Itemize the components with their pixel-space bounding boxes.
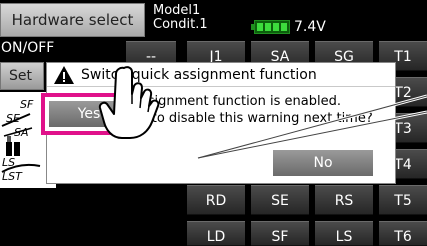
switch-label-lst: LST: [2, 170, 22, 183]
grid-button-t6[interactable]: T6: [379, 221, 427, 246]
set-button[interactable]: Set: [0, 62, 44, 90]
switch-label-ls: LS: [2, 156, 16, 169]
battery-icon: [251, 20, 290, 34]
battery-voltage: 7.4V: [294, 19, 326, 35]
switch-label-sa: SA: [14, 126, 29, 139]
grid-button-ls[interactable]: LS: [315, 221, 373, 246]
hardware-select-button[interactable]: Hardware select: [0, 3, 145, 37]
grid-button-rd[interactable]: RD: [187, 185, 245, 215]
hand-pointer-icon: [98, 66, 160, 139]
condition-name: Condit.1: [153, 17, 208, 32]
grid-button-t5[interactable]: T5: [379, 185, 427, 215]
on-off-label: ON/OFF: [1, 40, 55, 56]
callout-lines: [197, 94, 427, 160]
grid-button-rs[interactable]: RS: [315, 185, 373, 215]
switch-label-se: SE: [6, 112, 20, 125]
switch-label-sf: SF: [20, 98, 34, 111]
grid-button-se[interactable]: SE: [251, 185, 309, 215]
grid-button-ld[interactable]: LD: [187, 221, 245, 246]
warning-icon: [54, 66, 74, 84]
grid-button-sf[interactable]: SF: [251, 221, 309, 246]
model-name: Model1: [153, 3, 201, 18]
transmitter-screen: Hardware select Model1 Condit.1 7.4V ON/…: [0, 0, 427, 246]
